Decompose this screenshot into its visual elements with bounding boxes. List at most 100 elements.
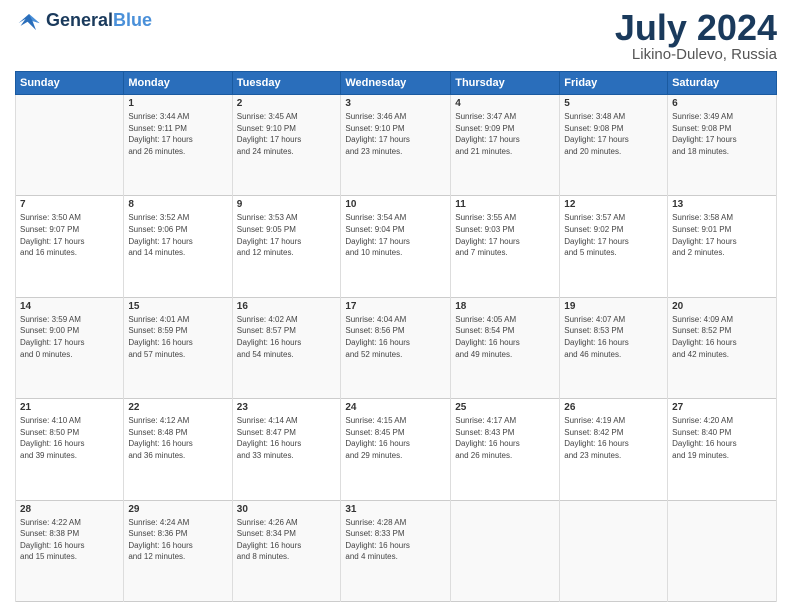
column-header-monday: Monday: [124, 72, 232, 95]
calendar-cell: 30Sunrise: 4:26 AM Sunset: 8:34 PM Dayli…: [232, 500, 341, 601]
calendar-cell: 16Sunrise: 4:02 AM Sunset: 8:57 PM Dayli…: [232, 297, 341, 398]
day-number: 4: [455, 98, 555, 109]
day-info: Sunrise: 3:52 AM Sunset: 9:06 PM Dayligh…: [128, 212, 227, 258]
header: GeneralBlue July 2024 Likino-Dulevo, Rus…: [15, 10, 777, 63]
calendar-cell: 13 Sunrise: 3:58 AM Sunset: 9:01 PM Dayli…: [668, 196, 777, 297]
calendar-header-row: SundayMondayTuesdayWednesdayThursdayFrid…: [16, 72, 777, 95]
logo-bird-icon: [15, 10, 43, 32]
calendar-cell: 17 Sunrise: 4:04 AM Sunset: 8:56 PM Dayli…: [341, 297, 451, 398]
week-row-3: 14Sunrise: 3:59 AM Sunset: 9:00 PM Dayli…: [16, 297, 777, 398]
day-info: Sunrise: 3:58 AM Sunset: 9:01 PM Dayligh…: [672, 212, 772, 258]
calendar-cell: 29 Sunrise: 4:24 AM Sunset: 8:36 PM Dayli…: [124, 500, 232, 601]
day-number: 13: [672, 199, 772, 210]
day-number: 10: [345, 199, 446, 210]
calendar-cell: [668, 500, 777, 601]
day-info: Sunrise: 4:10 AM Sunset: 8:50 PM Dayligh…: [20, 415, 119, 461]
calendar-cell: 9 Sunrise: 3:53 AM Sunset: 9:05 PM Daylig…: [232, 196, 341, 297]
calendar-cell: 27 Sunrise: 4:20 AM Sunset: 8:40 PM Dayli…: [668, 399, 777, 500]
column-header-wednesday: Wednesday: [341, 72, 451, 95]
day-info: Sunrise: 4:05 AM Sunset: 8:54 PM Dayligh…: [455, 314, 555, 360]
day-number: 26: [564, 402, 663, 413]
day-info: Sunrise: 4:28 AM Sunset: 8:33 PM Dayligh…: [345, 517, 446, 563]
day-info: Sunrise: 4:14 AM Sunset: 8:47 PM Dayligh…: [237, 415, 337, 461]
day-info: Sunrise: 3:55 AM Sunset: 9:03 PM Dayligh…: [455, 212, 555, 258]
calendar-cell: 10Sunrise: 3:54 AM Sunset: 9:04 PM Dayli…: [341, 196, 451, 297]
day-info: Sunrise: 3:48 AM Sunset: 9:08 PM Dayligh…: [564, 111, 663, 157]
day-number: 21: [20, 402, 119, 413]
day-info: Sunrise: 4:19 AM Sunset: 8:42 PM Dayligh…: [564, 415, 663, 461]
week-row-1: 1 Sunrise: 3:44 AM Sunset: 9:11 PM Daylig…: [16, 95, 777, 196]
calendar-cell: 26 Sunrise: 4:19 AM Sunset: 8:42 PM Dayli…: [560, 399, 668, 500]
day-number: 8: [128, 199, 227, 210]
calendar-cell: 4 Sunrise: 3:47 AM Sunset: 9:09 PM Daylig…: [451, 95, 560, 196]
day-number: 12: [564, 199, 663, 210]
day-number: 30: [237, 504, 337, 515]
day-number: 25: [455, 402, 555, 413]
day-number: 9: [237, 199, 337, 210]
day-number: 29: [128, 504, 227, 515]
day-number: 20: [672, 301, 772, 312]
day-number: 28: [20, 504, 119, 515]
day-info: Sunrise: 4:07 AM Sunset: 8:53 PM Dayligh…: [564, 314, 663, 360]
day-number: 17: [345, 301, 446, 312]
calendar-cell: 2 Sunrise: 3:45 AM Sunset: 9:10 PM Daylig…: [232, 95, 341, 196]
day-info: Sunrise: 3:50 AM Sunset: 9:07 PM Dayligh…: [20, 212, 119, 258]
day-info: Sunrise: 4:15 AM Sunset: 8:45 PM Dayligh…: [345, 415, 446, 461]
calendar-cell: 15 Sunrise: 4:01 AM Sunset: 8:59 PM Dayli…: [124, 297, 232, 398]
day-info: Sunrise: 3:45 AM Sunset: 9:10 PM Dayligh…: [237, 111, 337, 157]
day-info: Sunrise: 4:09 AM Sunset: 8:52 PM Dayligh…: [672, 314, 772, 360]
calendar-cell: 28Sunrise: 4:22 AM Sunset: 8:38 PM Dayli…: [16, 500, 124, 601]
calendar-cell: 11Sunrise: 3:55 AM Sunset: 9:03 PM Dayli…: [451, 196, 560, 297]
day-number: 27: [672, 402, 772, 413]
calendar-table: SundayMondayTuesdayWednesdayThursdayFrid…: [15, 71, 777, 602]
column-header-tuesday: Tuesday: [232, 72, 341, 95]
day-number: 6: [672, 98, 772, 109]
day-number: 18: [455, 301, 555, 312]
day-info: Sunrise: 3:49 AM Sunset: 9:08 PM Dayligh…: [672, 111, 772, 157]
calendar-cell: 23Sunrise: 4:14 AM Sunset: 8:47 PM Dayli…: [232, 399, 341, 500]
logo-text: GeneralBlue: [46, 11, 152, 31]
week-row-2: 7 Sunrise: 3:50 AM Sunset: 9:07 PM Daylig…: [16, 196, 777, 297]
column-header-sunday: Sunday: [16, 72, 124, 95]
day-info: Sunrise: 3:44 AM Sunset: 9:11 PM Dayligh…: [128, 111, 227, 157]
day-number: 7: [20, 199, 119, 210]
day-number: 14: [20, 301, 119, 312]
column-header-saturday: Saturday: [668, 72, 777, 95]
calendar-cell: 5 Sunrise: 3:48 AM Sunset: 9:08 PM Daylig…: [560, 95, 668, 196]
day-info: Sunrise: 4:12 AM Sunset: 8:48 PM Dayligh…: [128, 415, 227, 461]
day-number: 5: [564, 98, 663, 109]
column-header-friday: Friday: [560, 72, 668, 95]
calendar-cell: 6 Sunrise: 3:49 AM Sunset: 9:08 PM Daylig…: [668, 95, 777, 196]
logo: GeneralBlue: [15, 10, 152, 32]
day-info: Sunrise: 3:53 AM Sunset: 9:05 PM Dayligh…: [237, 212, 337, 258]
day-number: 19: [564, 301, 663, 312]
calendar-cell: 25 Sunrise: 4:17 AM Sunset: 8:43 PM Dayli…: [451, 399, 560, 500]
calendar-cell: 12 Sunrise: 3:57 AM Sunset: 9:02 PM Dayli…: [560, 196, 668, 297]
day-info: Sunrise: 4:17 AM Sunset: 8:43 PM Dayligh…: [455, 415, 555, 461]
calendar-cell: [451, 500, 560, 601]
calendar-cell: 7 Sunrise: 3:50 AM Sunset: 9:07 PM Daylig…: [16, 196, 124, 297]
day-info: Sunrise: 4:04 AM Sunset: 8:56 PM Dayligh…: [345, 314, 446, 360]
day-number: 31: [345, 504, 446, 515]
day-info: Sunrise: 4:24 AM Sunset: 8:36 PM Dayligh…: [128, 517, 227, 563]
page: GeneralBlue July 2024 Likino-Dulevo, Rus…: [0, 0, 792, 612]
calendar-cell: 8 Sunrise: 3:52 AM Sunset: 9:06 PM Daylig…: [124, 196, 232, 297]
day-info: Sunrise: 4:20 AM Sunset: 8:40 PM Dayligh…: [672, 415, 772, 461]
calendar-cell: 22 Sunrise: 4:12 AM Sunset: 8:48 PM Dayli…: [124, 399, 232, 500]
week-row-5: 28Sunrise: 4:22 AM Sunset: 8:38 PM Dayli…: [16, 500, 777, 601]
day-info: Sunrise: 4:02 AM Sunset: 8:57 PM Dayligh…: [237, 314, 337, 360]
day-number: 24: [345, 402, 446, 413]
calendar-cell: 20 Sunrise: 4:09 AM Sunset: 8:52 PM Dayli…: [668, 297, 777, 398]
week-row-4: 21 Sunrise: 4:10 AM Sunset: 8:50 PM Dayli…: [16, 399, 777, 500]
month-title: July 2024: [615, 10, 777, 46]
day-info: Sunrise: 4:01 AM Sunset: 8:59 PM Dayligh…: [128, 314, 227, 360]
day-number: 2: [237, 98, 337, 109]
location-title: Likino-Dulevo, Russia: [615, 46, 777, 63]
calendar-cell: 19 Sunrise: 4:07 AM Sunset: 8:53 PM Dayli…: [560, 297, 668, 398]
calendar-cell: 1 Sunrise: 3:44 AM Sunset: 9:11 PM Daylig…: [124, 95, 232, 196]
day-number: 15: [128, 301, 227, 312]
day-info: Sunrise: 3:57 AM Sunset: 9:02 PM Dayligh…: [564, 212, 663, 258]
day-info: Sunrise: 3:47 AM Sunset: 9:09 PM Dayligh…: [455, 111, 555, 157]
day-number: 22: [128, 402, 227, 413]
day-number: 1: [128, 98, 227, 109]
